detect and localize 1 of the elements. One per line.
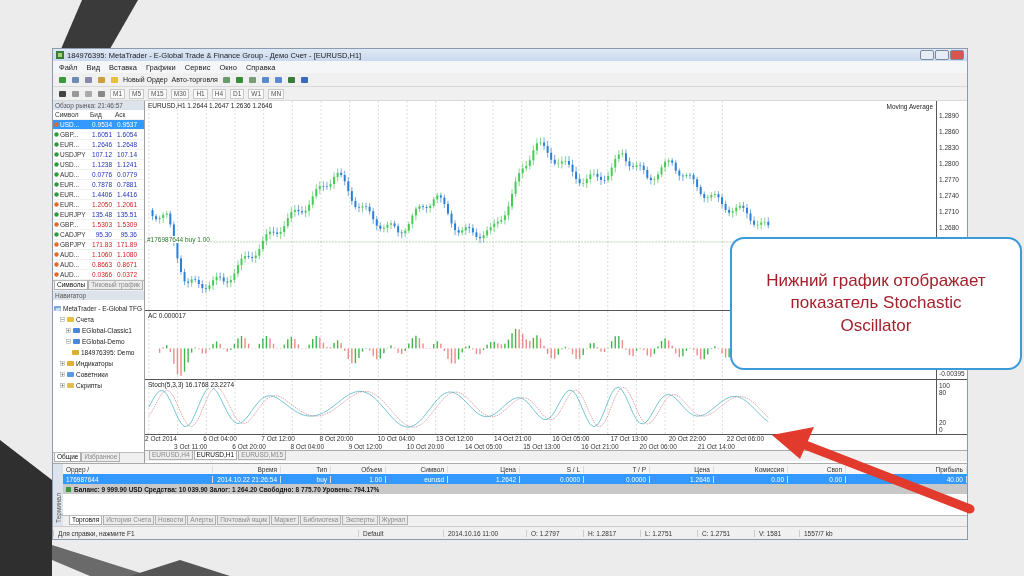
callout-text: Нижний график отображает показатель Stochastic Oscillator	[765, 270, 987, 337]
